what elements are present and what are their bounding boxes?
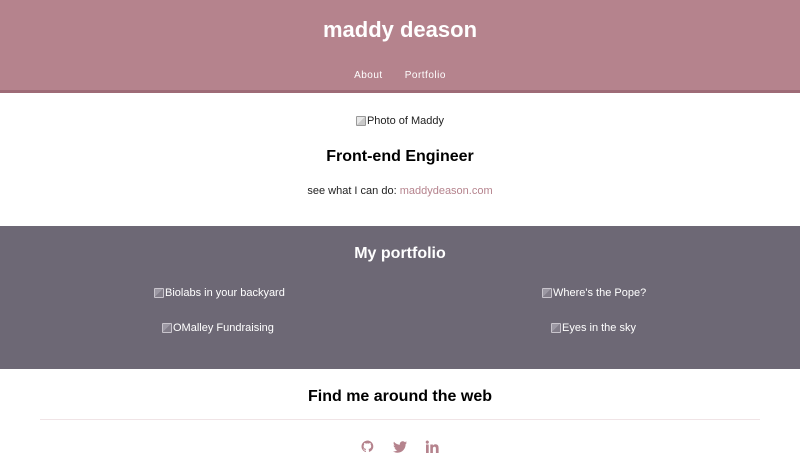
portfolio-section: My portfolio Biolabs in your backyard Wh…: [0, 226, 800, 369]
broken-image-icon: [162, 323, 172, 333]
portfolio-heading: My portfolio: [354, 245, 446, 262]
broken-image-icon: [355, 116, 366, 126]
profile-photo: Photo of Maddy: [0, 115, 800, 127]
nav-portfolio-link[interactable]: Portfolio: [405, 70, 446, 81]
linkedin-icon[interactable]: [424, 439, 440, 455]
website-link[interactable]: maddydeason.com: [400, 185, 493, 197]
portfolio-item-label: OMalley Fundraising: [173, 322, 274, 334]
tagline-prefix: see what I can do:: [307, 185, 400, 197]
tagline: see what I can do: maddydeason.com: [0, 185, 800, 197]
social-section: Find me around the web: [0, 369, 800, 453]
portfolio-item-pope[interactable]: Where's the Pope?: [542, 287, 646, 299]
profile-photo-alt: Photo of Maddy: [366, 115, 445, 127]
site-header: maddy deason About Portfolio: [0, 0, 800, 93]
portfolio-item-label: Eyes in the sky: [562, 322, 636, 334]
portfolio-item-label: Biolabs in your backyard: [165, 287, 285, 299]
portfolio-item-biolabs[interactable]: Biolabs in your backyard: [154, 287, 285, 299]
about-section: Photo of Maddy Front-end Engineer see wh…: [0, 93, 800, 226]
role-heading: Front-end Engineer: [326, 148, 474, 165]
portfolio-item-label: Where's the Pope?: [553, 287, 647, 299]
main-nav: About Portfolio: [0, 70, 800, 81]
broken-image-icon: [154, 288, 164, 298]
broken-image-icon: [542, 288, 552, 298]
github-icon[interactable]: [360, 439, 376, 455]
broken-image-icon: [551, 323, 561, 333]
section-divider: [40, 419, 760, 420]
portfolio-item-omalley[interactable]: OMalley Fundraising: [162, 322, 274, 334]
site-title: maddy deason: [322, 17, 478, 42]
nav-about-link[interactable]: About: [354, 70, 383, 81]
twitter-icon[interactable]: [392, 439, 408, 455]
social-heading: Find me around the web: [307, 388, 492, 405]
social-links: [0, 439, 800, 455]
portfolio-item-eyes[interactable]: Eyes in the sky: [551, 322, 636, 334]
